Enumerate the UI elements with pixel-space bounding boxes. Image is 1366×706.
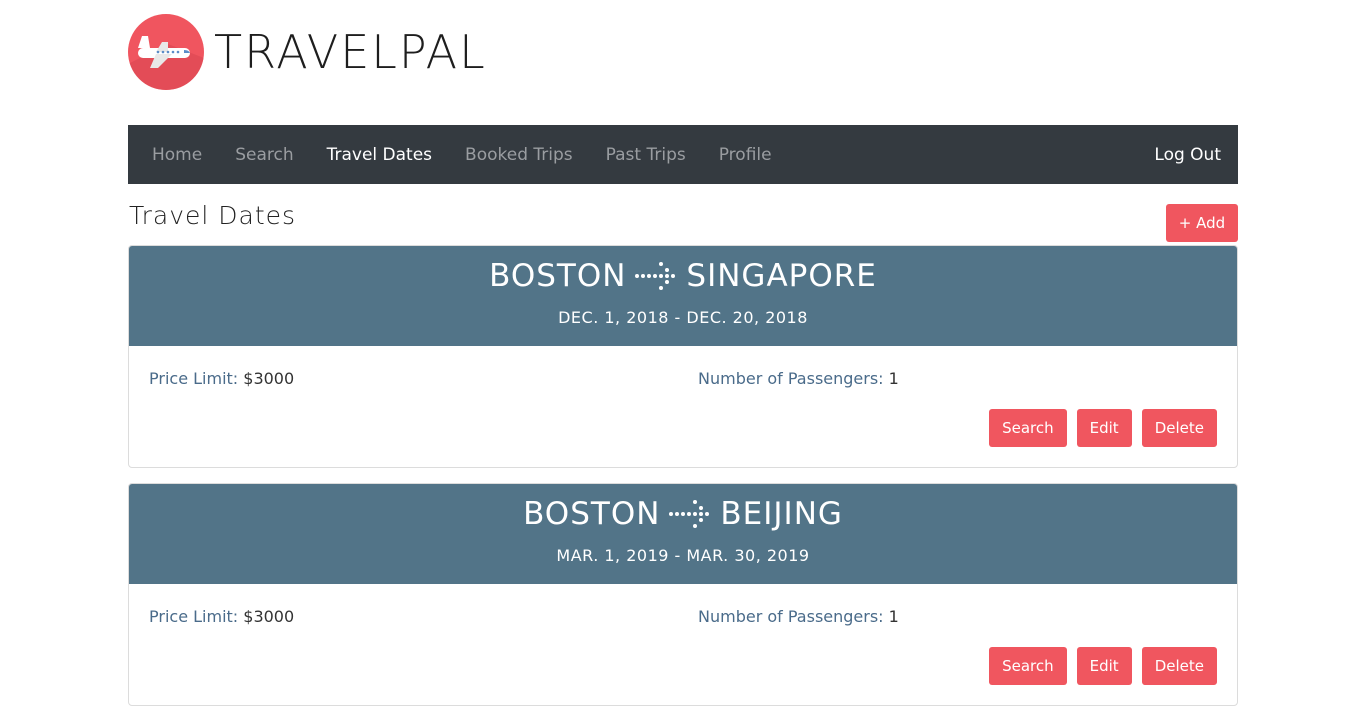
delete-button[interactable]: Delete (1141, 409, 1217, 447)
trip-card-header: BOSTON SINGAPORE DEC. 1, 2018 - DEC. 20,… (129, 246, 1237, 346)
nav-item-search[interactable]: Search (235, 145, 293, 165)
passenger-count: Number of Passengers: 1 (698, 369, 899, 388)
nav-item-profile[interactable]: Profile (719, 145, 772, 165)
trip-card-body: Price Limit: $3000 Number of Passengers:… (129, 346, 1237, 467)
trip-route: BOSTON BEIJING (129, 496, 1237, 532)
passenger-count: Number of Passengers: 1 (698, 607, 899, 626)
trip-actions: Search Edit Delete (989, 409, 1217, 447)
nav-item-travel-dates[interactable]: Travel Dates (327, 145, 432, 165)
edit-button[interactable]: Edit (1076, 409, 1132, 447)
passenger-count-label: Number of Passengers: (698, 607, 884, 626)
trip-route: BOSTON SINGAPORE (129, 258, 1237, 294)
price-limit-label: Price Limit: (149, 369, 239, 388)
airplane-icon (128, 14, 204, 90)
trip-actions: Search Edit Delete (989, 647, 1217, 685)
brand[interactable]: TRAVELPAL (128, 14, 487, 90)
page-title: Travel Dates (129, 201, 297, 230)
nav-item-home[interactable]: Home (152, 145, 202, 165)
dotted-arrow-icon (635, 262, 676, 290)
brand-name: TRAVELPAL (214, 25, 487, 79)
trip-dates: DEC. 1, 2018 - DEC. 20, 2018 (558, 308, 808, 327)
trip-card: BOSTON BEIJING MAR. 1, 2019 - MAR. 30, 2… (128, 483, 1238, 706)
price-limit-value: $3000 (243, 369, 295, 388)
trip-dates: MAR. 1, 2019 - MAR. 30, 2019 (556, 546, 810, 565)
passenger-count-value: 1 (888, 607, 899, 626)
price-limit: Price Limit: $3000 (149, 369, 294, 388)
passenger-count-value: 1 (888, 369, 899, 388)
navbar: Home Search Travel Dates Booked Trips Pa… (128, 125, 1238, 184)
search-button[interactable]: Search (989, 647, 1067, 685)
trip-origin: BOSTON (523, 496, 661, 532)
trip-card-body: Price Limit: $3000 Number of Passengers:… (129, 584, 1237, 705)
trip-card-header: BOSTON BEIJING MAR. 1, 2019 - MAR. 30, 2… (129, 484, 1237, 584)
price-limit-value: $3000 (243, 607, 295, 626)
trip-destination: SINGAPORE (686, 258, 877, 294)
dotted-arrow-icon (669, 500, 710, 528)
search-button[interactable]: Search (989, 409, 1067, 447)
add-button[interactable]: + Add (1166, 204, 1238, 242)
nav-item-booked-trips[interactable]: Booked Trips (465, 145, 573, 165)
nav-item-past-trips[interactable]: Past Trips (606, 145, 686, 165)
passenger-count-label: Number of Passengers: (698, 369, 884, 388)
price-limit: Price Limit: $3000 (149, 607, 294, 626)
trip-card: BOSTON SINGAPORE DEC. 1, 2018 - DEC. 20,… (128, 245, 1238, 468)
trip-destination: BEIJING (720, 496, 843, 532)
logout-link[interactable]: Log Out (1154, 145, 1221, 165)
price-limit-label: Price Limit: (149, 607, 239, 626)
trip-origin: BOSTON (489, 258, 627, 294)
edit-button[interactable]: Edit (1076, 647, 1132, 685)
delete-button[interactable]: Delete (1141, 647, 1217, 685)
